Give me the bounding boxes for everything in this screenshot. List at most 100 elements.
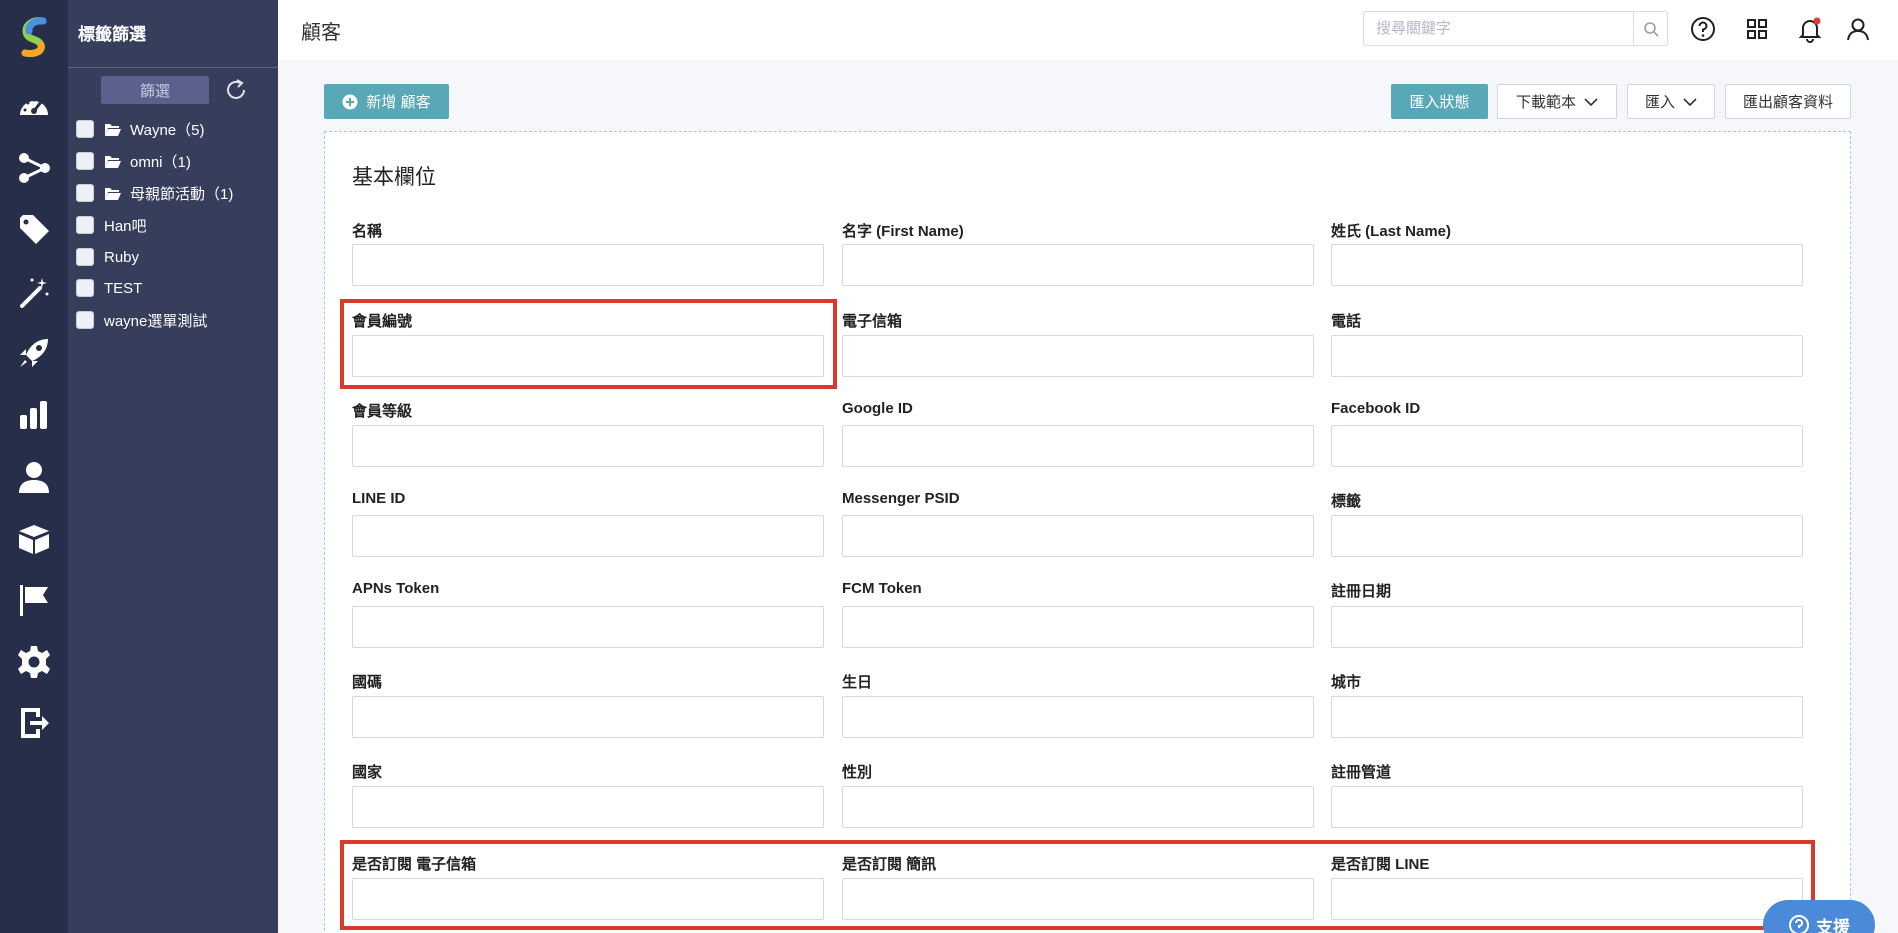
first-name-field[interactable]: [842, 244, 1314, 286]
tag-checkbox[interactable]: [76, 311, 94, 329]
field-label: 國家: [352, 764, 383, 781]
nav-analytics[interactable]: [0, 392, 68, 438]
flag-icon: [20, 585, 48, 616]
field-label: Google ID: [842, 400, 913, 417]
tag-item-wayne[interactable]: Wayne（5): [76, 117, 204, 141]
apns-token-field[interactable]: [352, 606, 824, 648]
search-input[interactable]: [1364, 12, 1633, 45]
app-logo[interactable]: [17, 17, 51, 57]
divider: [68, 67, 278, 68]
birthday-field[interactable]: [842, 696, 1314, 738]
tag-label: Ruby: [104, 248, 140, 266]
city-field[interactable]: [1331, 696, 1803, 738]
field-label: 電話: [1331, 313, 1362, 330]
messenger-psid-field[interactable]: [842, 515, 1314, 557]
add-customer-button[interactable]: 新增 顧客: [324, 84, 449, 119]
field-label: 電子信箱: [842, 313, 903, 330]
gender-field[interactable]: [842, 786, 1314, 828]
line-id-field[interactable]: [352, 515, 824, 557]
field-label: APNs Token: [352, 580, 440, 597]
tags-field[interactable]: [1331, 515, 1803, 557]
tag-label: wayne選單測試: [104, 312, 208, 330]
magic-wand-icon: [20, 278, 49, 308]
export-customers-button[interactable]: 匯出顧客資料: [1725, 84, 1851, 119]
tag-checkbox[interactable]: [76, 184, 94, 202]
support-button[interactable]: 支援: [1763, 900, 1875, 933]
phone-field[interactable]: [1331, 335, 1803, 377]
nav-campaign[interactable]: [0, 330, 68, 376]
import-status-button[interactable]: 匯入狀態: [1391, 84, 1488, 119]
country-field[interactable]: [352, 786, 824, 828]
nav-flow[interactable]: [0, 145, 68, 191]
field-label: 名字 (First Name): [842, 223, 964, 240]
nav-magic[interactable]: [0, 269, 68, 315]
tag-panel-title: 標籤篩選: [78, 25, 146, 44]
field-label: 名稱: [352, 223, 383, 240]
nav-logout[interactable]: [0, 700, 68, 746]
subscribe-line-field[interactable]: [1331, 878, 1803, 920]
tag-checkbox[interactable]: [76, 216, 94, 234]
nav-reports[interactable]: [0, 577, 68, 623]
last-name-field[interactable]: [1331, 244, 1803, 286]
box-icon: [19, 525, 49, 554]
nav-dashboard[interactable]: [0, 84, 68, 130]
field-label: 會員等級: [352, 403, 413, 420]
flow-icon: [19, 153, 50, 183]
tag-item-wayne-menu-test[interactable]: wayne選單測試: [76, 308, 207, 332]
filter-button[interactable]: 篩選: [101, 76, 209, 104]
register-channel-field[interactable]: [1331, 786, 1803, 828]
tag-label: omni（1): [130, 153, 191, 171]
notification-bell-icon[interactable]: [1796, 15, 1824, 43]
member-id-field[interactable]: [352, 335, 824, 377]
nav-products[interactable]: [0, 516, 68, 562]
chevron-down-icon: [1683, 97, 1697, 106]
chevron-down-icon: [1584, 97, 1598, 106]
download-template-dropdown[interactable]: 下載範本: [1497, 84, 1617, 119]
search-button[interactable]: [1633, 12, 1667, 45]
subscribe-email-field[interactable]: [352, 878, 824, 920]
country-code-field[interactable]: [352, 696, 824, 738]
field-label: 生日: [842, 674, 873, 691]
name-field[interactable]: [352, 244, 824, 286]
tag-checkbox[interactable]: [76, 248, 94, 266]
tag-checkbox[interactable]: [76, 152, 94, 170]
tag-checkbox[interactable]: [76, 120, 94, 138]
help-icon[interactable]: [1689, 15, 1717, 43]
folder-open-icon: [105, 155, 121, 168]
tag-checkbox[interactable]: [76, 279, 94, 297]
field-label: 國碼: [352, 674, 383, 691]
field-label: 城市: [1331, 674, 1362, 691]
section-title: 基本欄位: [352, 166, 436, 189]
google-id-field[interactable]: [842, 425, 1314, 467]
plus-circle-icon: [342, 94, 358, 109]
tag-label: TEST: [104, 279, 143, 297]
nav-settings[interactable]: [0, 639, 68, 685]
member-level-field[interactable]: [352, 425, 824, 467]
fcm-token-field[interactable]: [842, 606, 1314, 648]
nav-customers[interactable]: [0, 454, 68, 500]
user-profile-icon[interactable]: [1844, 15, 1872, 43]
facebook-id-field[interactable]: [1331, 425, 1803, 467]
tag-item-ruby[interactable]: Ruby: [76, 245, 139, 269]
field-label: 註冊管道: [1331, 764, 1392, 781]
tag-item-han[interactable]: Han吧: [76, 213, 147, 237]
logout-icon: [21, 708, 49, 738]
tag-item-mothers-day[interactable]: 母親節活動（1): [76, 181, 233, 205]
import-dropdown[interactable]: 匯入: [1627, 84, 1715, 119]
import-status-label: 匯入狀態: [1409, 94, 1470, 111]
search-box: [1363, 11, 1668, 46]
folder-open-icon: [105, 123, 121, 136]
register-date-field[interactable]: [1331, 606, 1803, 648]
subscribe-sms-field[interactable]: [842, 878, 1314, 920]
field-label: LINE ID: [352, 490, 406, 507]
tag-item-omni[interactable]: omni（1): [76, 149, 191, 173]
bar-chart-icon: [20, 401, 47, 429]
rocket-icon: [20, 339, 48, 367]
refresh-icon[interactable]: [224, 78, 248, 102]
email-field[interactable]: [842, 335, 1314, 377]
apps-grid-icon[interactable]: [1743, 15, 1771, 43]
nav-tags[interactable]: [0, 207, 68, 253]
field-label: FCM Token: [842, 580, 922, 597]
tag-item-test[interactable]: TEST: [76, 276, 142, 300]
tag-label: 母親節活動（1): [130, 185, 234, 203]
